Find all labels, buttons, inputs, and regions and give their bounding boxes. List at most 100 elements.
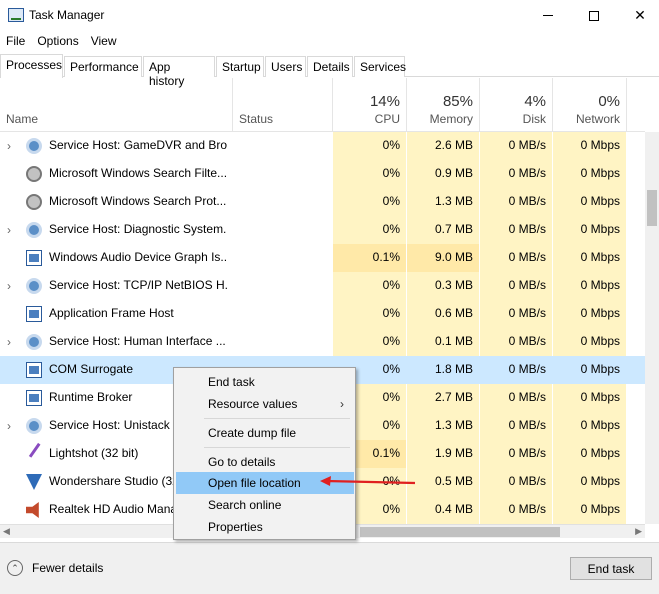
process-name: Application Frame Host bbox=[49, 306, 174, 320]
disk-value: 0 MB/s bbox=[480, 384, 552, 412]
vertical-scrollbar[interactable] bbox=[645, 132, 659, 524]
gear-icon bbox=[26, 222, 42, 238]
disk-value: 0 MB/s bbox=[480, 244, 552, 272]
process-name: Service Host: Diagnostic System... bbox=[49, 222, 227, 236]
network-value: 0 Mbps bbox=[553, 272, 626, 300]
memory-value: 1.9 MB bbox=[407, 440, 479, 468]
column-name-label: Name bbox=[6, 112, 39, 126]
expand-chevron-icon[interactable]: › bbox=[7, 279, 17, 293]
menu-view[interactable]: View bbox=[85, 31, 123, 51]
disk-value: 0 MB/s bbox=[480, 300, 552, 328]
column-status[interactable]: Status bbox=[233, 78, 333, 131]
expand-chevron-icon[interactable]: › bbox=[7, 419, 17, 433]
disk-value: 0 MB/s bbox=[480, 496, 552, 524]
gear-icon bbox=[26, 418, 42, 434]
maximize-icon bbox=[589, 10, 599, 21]
network-value: 0 Mbps bbox=[553, 412, 626, 440]
network-value: 0 Mbps bbox=[553, 132, 626, 160]
cpu-value: 0.1% bbox=[333, 244, 406, 272]
column-memory[interactable]: 85% Memory bbox=[407, 78, 480, 131]
memory-value: 2.6 MB bbox=[407, 132, 479, 160]
chevron-up-icon[interactable]: ⌃ bbox=[7, 560, 23, 576]
ctx-go-to-details[interactable]: Go to details bbox=[176, 451, 354, 473]
column-memory-label: Memory bbox=[429, 112, 473, 126]
table-row[interactable]: Application Frame Host 0% 0.6 MB 0 MB/s … bbox=[0, 300, 645, 328]
process-name: Windows Audio Device Graph Is... bbox=[49, 250, 227, 264]
cpu-value: 0% bbox=[333, 272, 406, 300]
network-value: 0 Mbps bbox=[553, 496, 626, 524]
network-total: 0% bbox=[598, 93, 620, 110]
process-name: Service Host: Human Interface ... bbox=[49, 334, 226, 348]
expand-chevron-icon[interactable]: › bbox=[7, 223, 17, 237]
tab-services[interactable]: Services bbox=[354, 56, 406, 77]
cpu-value: 0% bbox=[333, 132, 406, 160]
tab-performance[interactable]: Performance bbox=[64, 56, 142, 77]
column-network[interactable]: 0% Network bbox=[553, 78, 627, 131]
menu-separator bbox=[204, 447, 350, 448]
network-value: 0 Mbps bbox=[553, 188, 626, 216]
table-row[interactable]: › Service Host: Human Interface ... 0% 0… bbox=[0, 328, 645, 356]
table-row[interactable]: Microsoft Windows Search Prot... 0% 1.3 … bbox=[0, 188, 645, 216]
end-task-button[interactable]: End task bbox=[570, 557, 652, 580]
network-value: 0 Mbps bbox=[553, 356, 626, 384]
chevron-right-icon: › bbox=[340, 397, 344, 411]
network-value: 0 Mbps bbox=[553, 440, 626, 468]
cpu-total: 14% bbox=[369, 93, 400, 110]
expand-chevron-icon[interactable]: › bbox=[7, 139, 17, 153]
memory-value: 1.8 MB bbox=[407, 356, 479, 384]
table-row[interactable]: › Service Host: TCP/IP NetBIOS H... 0% 0… bbox=[0, 272, 645, 300]
disk-total: 4% bbox=[524, 93, 546, 110]
cpu-value: 0% bbox=[333, 328, 406, 356]
horizontal-scroll-thumb[interactable] bbox=[360, 527, 560, 537]
column-disk-label: Disk bbox=[522, 112, 546, 126]
memory-value: 9.0 MB bbox=[407, 244, 479, 272]
table-row[interactable]: Microsoft Windows Search Filte... 0% 0.9… bbox=[0, 160, 645, 188]
task-manager-icon bbox=[8, 8, 24, 22]
tab-processes[interactable]: Processes bbox=[0, 54, 63, 78]
cpu-value: 0% bbox=[333, 160, 406, 188]
close-button[interactable]: ✕ bbox=[617, 0, 659, 31]
gear-icon bbox=[26, 334, 42, 350]
network-value: 0 Mbps bbox=[553, 300, 626, 328]
memory-value: 0.4 MB bbox=[407, 496, 479, 524]
process-name: Service Host: TCP/IP NetBIOS H... bbox=[49, 278, 227, 292]
table-row[interactable]: › Service Host: GameDVR and Bro... 0% 2.… bbox=[0, 132, 645, 160]
cpu-value: 0% bbox=[333, 188, 406, 216]
column-cpu[interactable]: 14% CPU bbox=[333, 78, 407, 131]
table-row[interactable]: › Service Host: Diagnostic System... 0% … bbox=[0, 216, 645, 244]
annotation-arrow-icon bbox=[320, 476, 416, 486]
scroll-left-arrow-icon[interactable]: ◀ bbox=[3, 526, 10, 537]
memory-total: 85% bbox=[442, 93, 473, 110]
column-disk[interactable]: 4% Disk bbox=[480, 78, 553, 131]
minimize-button[interactable] bbox=[525, 0, 571, 31]
menu-options[interactable]: Options bbox=[31, 31, 84, 51]
title-bar: Task Manager ✕ bbox=[0, 0, 659, 31]
vertical-scroll-thumb[interactable] bbox=[647, 190, 657, 226]
tab-startup[interactable]: Startup bbox=[216, 56, 264, 77]
scroll-right-arrow-icon[interactable]: ▶ bbox=[635, 526, 642, 537]
minimize-icon bbox=[543, 15, 553, 16]
expand-chevron-icon[interactable]: › bbox=[7, 335, 17, 349]
ctx-resource-values[interactable]: Resource values › bbox=[176, 393, 354, 415]
table-row[interactable]: Windows Audio Device Graph Is... 0.1% 9.… bbox=[0, 244, 645, 272]
column-name[interactable]: Name bbox=[0, 78, 233, 131]
memory-value: 1.3 MB bbox=[407, 412, 479, 440]
tab-details[interactable]: Details bbox=[307, 56, 353, 77]
memory-value: 0.9 MB bbox=[407, 160, 479, 188]
window-icon bbox=[26, 390, 42, 406]
tab-users[interactable]: Users bbox=[265, 56, 306, 77]
disk-value: 0 MB/s bbox=[480, 216, 552, 244]
ctx-create-dump-file[interactable]: Create dump file bbox=[176, 422, 354, 444]
disk-value: 0 MB/s bbox=[480, 160, 552, 188]
memory-value: 0.1 MB bbox=[407, 328, 479, 356]
ctx-end-task[interactable]: End task bbox=[176, 371, 354, 393]
tab-app-history[interactable]: App history bbox=[143, 56, 215, 88]
wondershare-icon bbox=[26, 474, 42, 490]
window-icon bbox=[26, 306, 42, 322]
ctx-search-online[interactable]: Search online bbox=[176, 494, 354, 516]
menu-file[interactable]: File bbox=[0, 31, 31, 51]
ctx-properties[interactable]: Properties bbox=[176, 516, 354, 538]
fewer-details-link[interactable]: Fewer details bbox=[32, 561, 103, 575]
lightshot-icon bbox=[28, 442, 52, 466]
maximize-button[interactable] bbox=[571, 0, 617, 31]
